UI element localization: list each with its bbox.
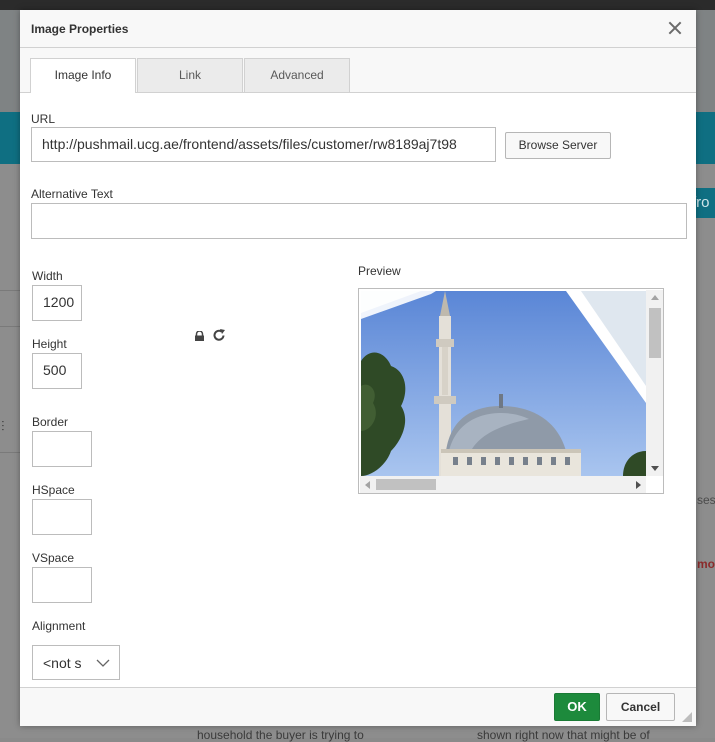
background-text: mo [697, 557, 715, 571]
border-label: Border [32, 415, 69, 429]
border-input[interactable] [32, 431, 92, 467]
background-divider [0, 290, 20, 291]
image-preview[interactable] [358, 288, 664, 494]
preview-horizontal-scrollbar[interactable] [360, 476, 646, 493]
url-label: URL [31, 112, 56, 126]
url-input[interactable]: http://pushmail.ucg.ae/frontend/assets/f… [31, 127, 496, 162]
vspace-input[interactable] [32, 567, 92, 603]
close-icon[interactable] [668, 21, 682, 35]
scroll-left-icon[interactable] [365, 481, 370, 489]
tab-advanced[interactable]: Advanced [244, 58, 350, 92]
background-divider [0, 326, 20, 327]
width-label: Width [32, 269, 63, 283]
chevron-down-icon [96, 659, 110, 667]
height-value: 500 [43, 362, 67, 378]
dialog-content: URL http://pushmail.ucg.ae/frontend/asse… [20, 93, 696, 697]
background-format-icon: ⫶ [1, 418, 5, 434]
alignment-value: <not s [43, 655, 82, 671]
dialog-titlebar[interactable]: Image Properties [20, 10, 696, 48]
alignment-label: Alignment [32, 619, 86, 633]
tab-link[interactable]: Link [137, 58, 243, 92]
tab-strip: Image Info Link Advanced [20, 48, 696, 93]
alignment-select[interactable]: <not s [32, 645, 120, 680]
preview-label: Preview [358, 264, 401, 278]
preview-image [361, 291, 646, 476]
height-label: Height [32, 337, 67, 351]
preview-vertical-scrollbar[interactable] [646, 290, 663, 476]
vspace-label: VSpace [32, 551, 75, 565]
width-input[interactable]: 1200 [32, 285, 82, 321]
scroll-right-icon[interactable] [636, 481, 641, 489]
width-value: 1200 [43, 294, 75, 310]
alt-text-label: Alternative Text [31, 187, 113, 201]
alt-text-input[interactable] [31, 203, 687, 239]
reset-size-icon[interactable] [212, 328, 226, 342]
background-divider [0, 452, 20, 453]
image-properties-dialog: Image Properties Image Info Link Advance… [20, 10, 696, 726]
tab-image-info[interactable]: Image Info [30, 58, 136, 93]
scroll-thumb[interactable] [649, 308, 661, 358]
browse-server-button[interactable]: Browse Server [505, 132, 611, 159]
cancel-button[interactable]: Cancel [606, 693, 675, 721]
lock-icon[interactable] [194, 331, 205, 341]
resize-grip-icon[interactable] [682, 712, 692, 722]
url-value: http://pushmail.ucg.ae/frontend/assets/f… [42, 136, 457, 152]
height-input[interactable]: 500 [32, 353, 82, 389]
dialog-footer: OK Cancel [20, 687, 696, 726]
ok-button[interactable]: OK [554, 693, 600, 721]
hspace-label: HSpace [32, 483, 75, 497]
background-text: household the buyer is trying to [197, 728, 364, 742]
scroll-thumb[interactable] [376, 479, 436, 490]
background-text: ses [697, 493, 715, 507]
dialog-title: Image Properties [31, 22, 129, 36]
background-text: shown right now that might be of [477, 728, 650, 742]
scroll-down-icon[interactable] [651, 466, 659, 471]
scroll-up-icon[interactable] [651, 295, 659, 300]
hspace-input[interactable] [32, 499, 92, 535]
background-topbar [0, 0, 715, 10]
